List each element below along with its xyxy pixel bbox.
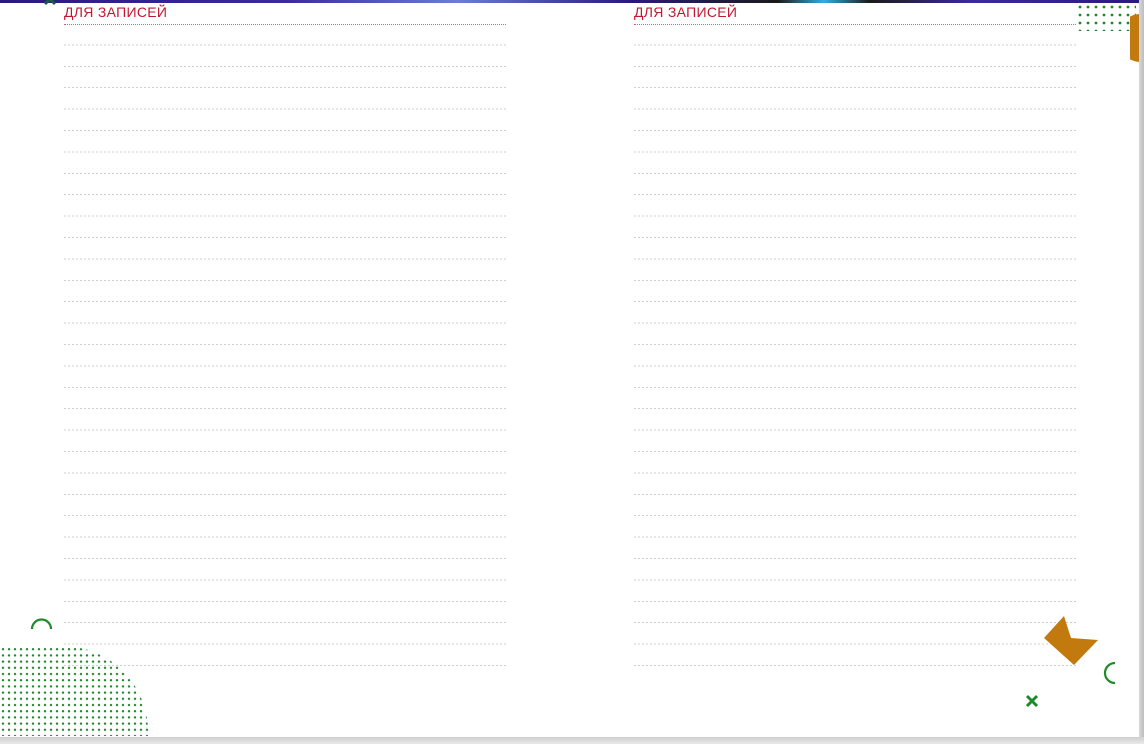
notes-page-right: ДЛЯ ЗАПИСЕЙ xyxy=(634,0,1077,690)
ruled-lines xyxy=(64,24,506,672)
page-edge-bottom xyxy=(0,737,1144,744)
dot-grid-pattern xyxy=(0,640,150,738)
kite-shape xyxy=(1040,614,1102,670)
cross-icon xyxy=(1024,693,1040,709)
page-title: ДЛЯ ЗАПИСЕЙ xyxy=(64,4,168,20)
ruled-lines xyxy=(634,24,1076,672)
arc-icon xyxy=(1100,660,1118,688)
page-edge-right xyxy=(1139,0,1144,744)
page-title: ДЛЯ ЗАПИСЕЙ xyxy=(634,4,738,20)
arc-icon xyxy=(30,616,54,630)
dot-grid-pattern xyxy=(1078,5,1136,31)
cross-icon xyxy=(42,0,58,6)
notes-page-left: ДЛЯ ЗАПИСЕЙ xyxy=(64,0,507,690)
